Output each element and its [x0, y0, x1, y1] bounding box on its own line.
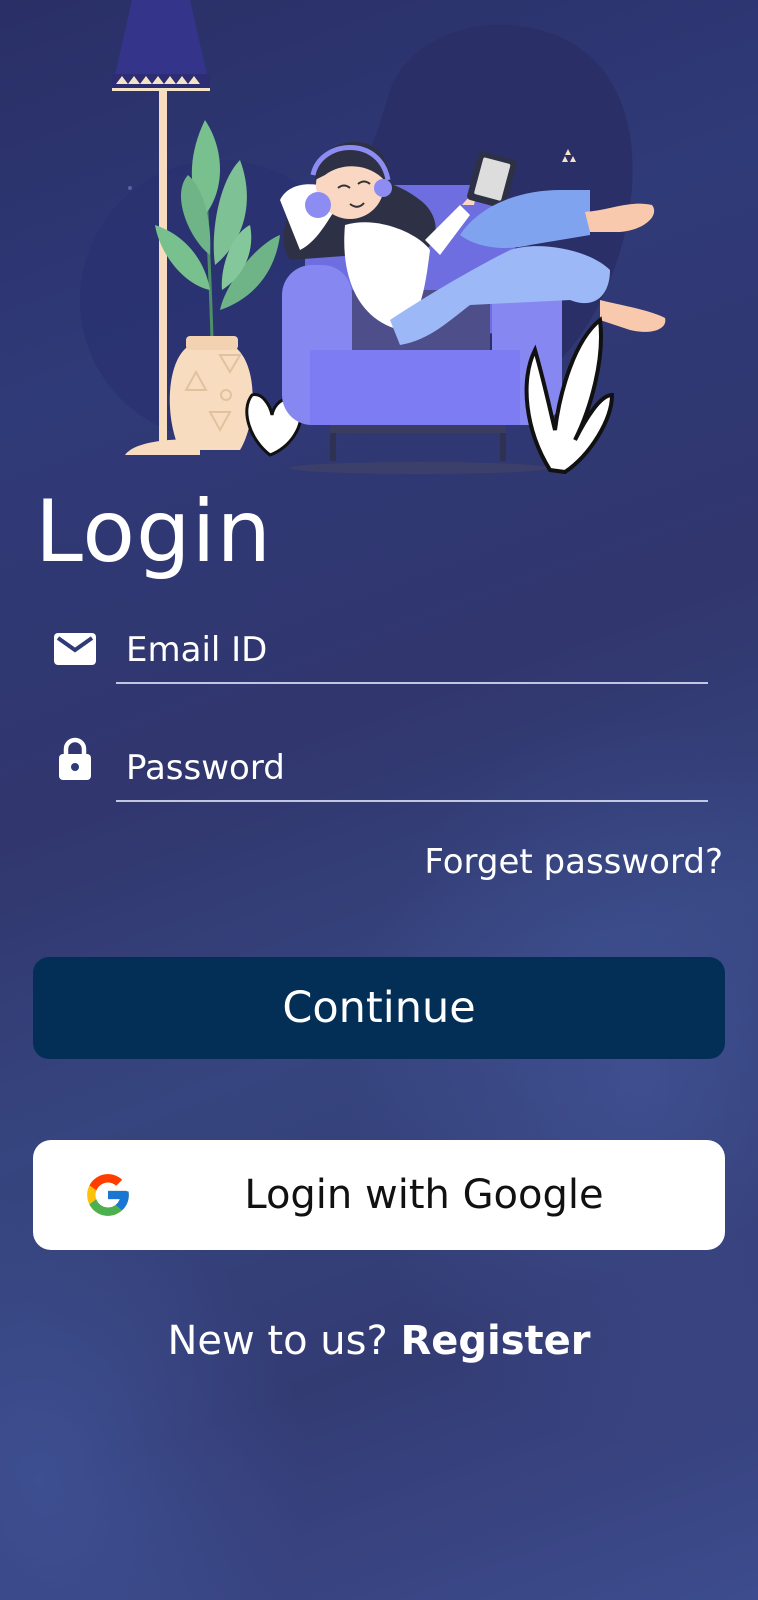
- email-input[interactable]: [116, 618, 708, 684]
- page-title: Login: [35, 482, 273, 582]
- lock-icon: [59, 737, 91, 780]
- chair-shadow: [290, 462, 550, 474]
- continue-button[interactable]: Continue: [33, 957, 725, 1059]
- password-input[interactable]: [116, 736, 708, 802]
- sparkle-icon: [128, 186, 132, 190]
- google-button-label: Login with Google: [244, 1172, 604, 1218]
- envelope-icon: [54, 633, 96, 665]
- password-field-row: [0, 736, 758, 816]
- register-prompt: New to us? Register: [0, 1318, 758, 1364]
- register-link[interactable]: Register: [400, 1318, 590, 1364]
- forgot-password-link[interactable]: Forget password?: [424, 842, 723, 882]
- hero-illustration: [80, 0, 666, 475]
- email-field-row: [0, 618, 758, 698]
- login-with-google-button[interactable]: Login with Google: [33, 1140, 725, 1250]
- register-prompt-text: New to us?: [167, 1318, 388, 1364]
